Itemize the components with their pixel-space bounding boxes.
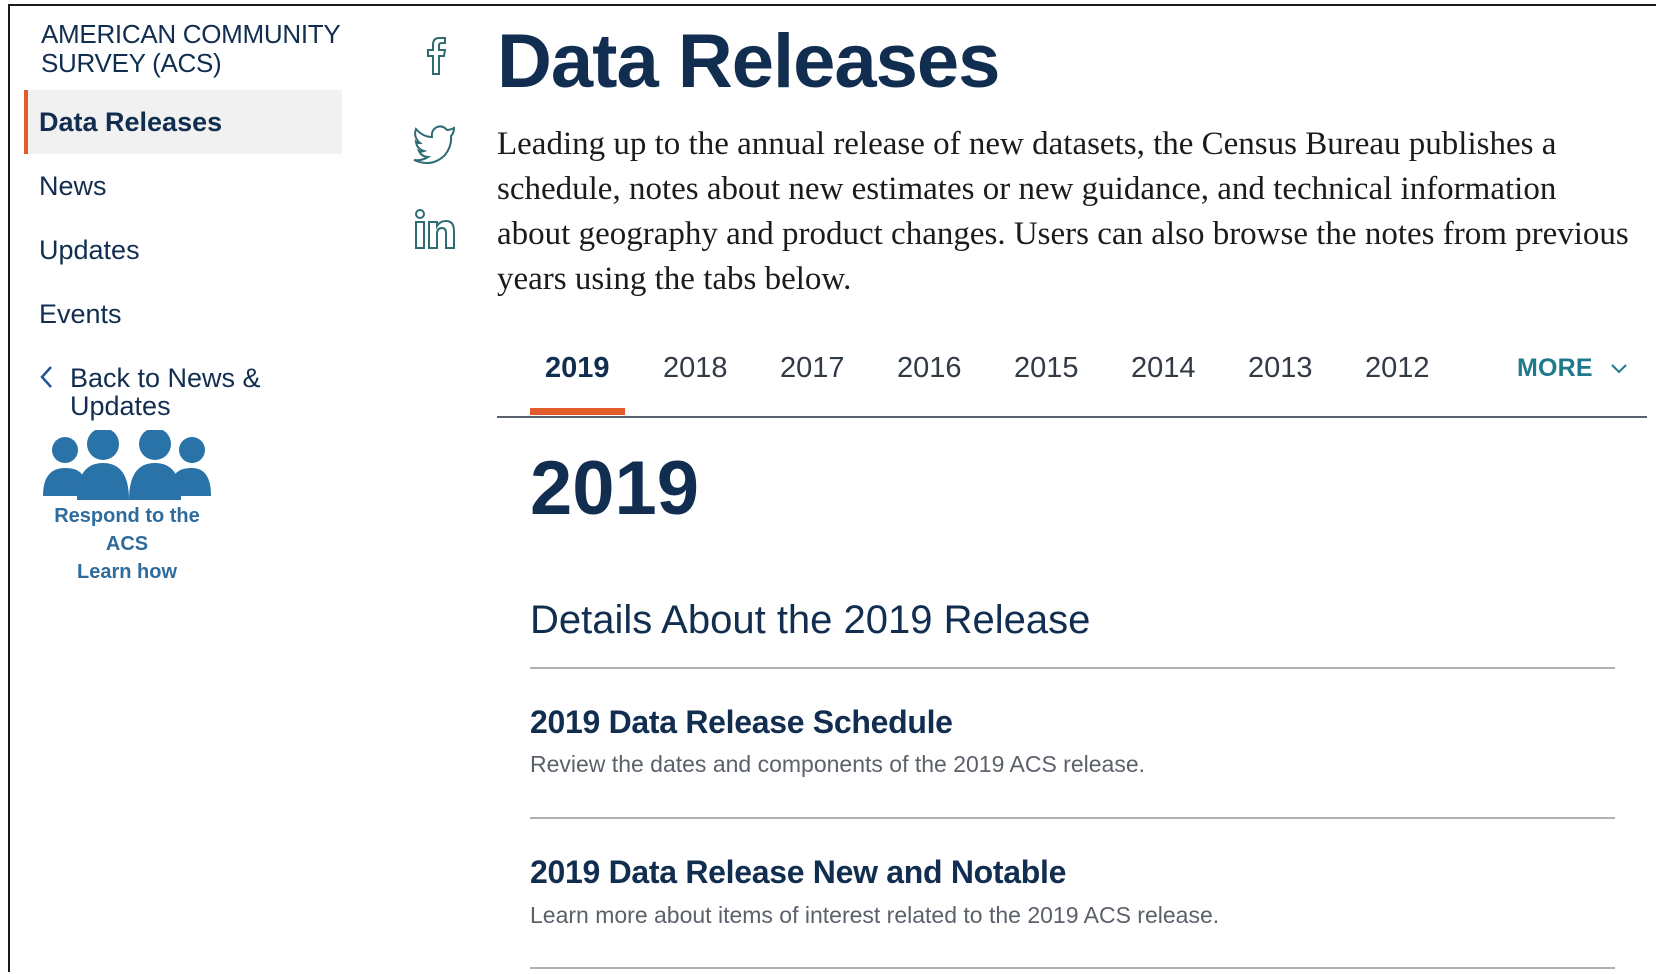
sidebar-item-data-releases[interactable]: Data Releases [24, 90, 342, 154]
more-tabs-button[interactable]: MORE [1517, 354, 1628, 383]
year-heading: 2019 [530, 446, 700, 531]
year-tabs: 2019 2018 2017 2016 2015 2014 2013 2012 … [497, 338, 1647, 418]
release-item-title[interactable]: 2019 Data Release New and Notable [530, 854, 1066, 891]
sidebar-item-events[interactable]: Events [24, 282, 342, 346]
active-tab-indicator [530, 408, 625, 415]
tab-2015[interactable]: 2015 [1014, 352, 1079, 385]
divider [530, 967, 1615, 969]
page-title: Data Releases [497, 19, 1000, 104]
tab-2012[interactable]: 2012 [1365, 352, 1430, 385]
divider [530, 667, 1615, 669]
intro-paragraph: Leading up to the annual release of new … [497, 126, 1629, 297]
sidebar-item-updates[interactable]: Updates [24, 218, 342, 282]
respond-line-2: Learn how [76, 561, 177, 583]
people-group-icon [43, 430, 211, 500]
release-item-desc: Review the dates and components of the 2… [530, 751, 1146, 777]
divider [530, 817, 1615, 819]
tab-2018[interactable]: 2018 [663, 352, 728, 385]
sidebar-title: AMERICAN COMMUNITY SURVEY (ACS) [41, 19, 340, 78]
sidebar: AMERICAN COMMUNITY SURVEY (ACS) Data Rel… [24, 20, 342, 420]
release-item-title[interactable]: 2019 Data Release Schedule [530, 704, 953, 741]
respond-line-1: Respond to the ACS [54, 505, 200, 555]
tab-2016[interactable]: 2016 [897, 352, 962, 385]
social-share [412, 30, 460, 294]
sidebar-item-news[interactable]: News [24, 154, 342, 218]
tab-2017[interactable]: 2017 [780, 352, 845, 385]
facebook-icon[interactable] [412, 30, 458, 76]
more-label: MORE [1517, 354, 1593, 382]
respond-to-acs-promo[interactable]: Respond to the ACS Learn how [32, 430, 222, 586]
tab-2014[interactable]: 2014 [1131, 352, 1196, 385]
back-link-label: Back to News & Updates [70, 363, 261, 421]
twitter-icon[interactable] [412, 118, 458, 165]
tab-2019[interactable]: 2019 [545, 352, 610, 385]
release-item-desc: Learn more about items of interest relat… [530, 902, 1220, 928]
back-to-news-link[interactable]: Back to News & Updates [24, 364, 342, 420]
chevron-down-icon [1611, 364, 1627, 374]
tab-2013[interactable]: 2013 [1248, 352, 1313, 385]
linkedin-icon[interactable] [412, 206, 458, 252]
chevron-left-icon [38, 364, 62, 420]
section-heading: Details About the 2019 Release [530, 598, 1091, 642]
sidebar-nav: Data Releases News Updates Events [24, 90, 342, 346]
